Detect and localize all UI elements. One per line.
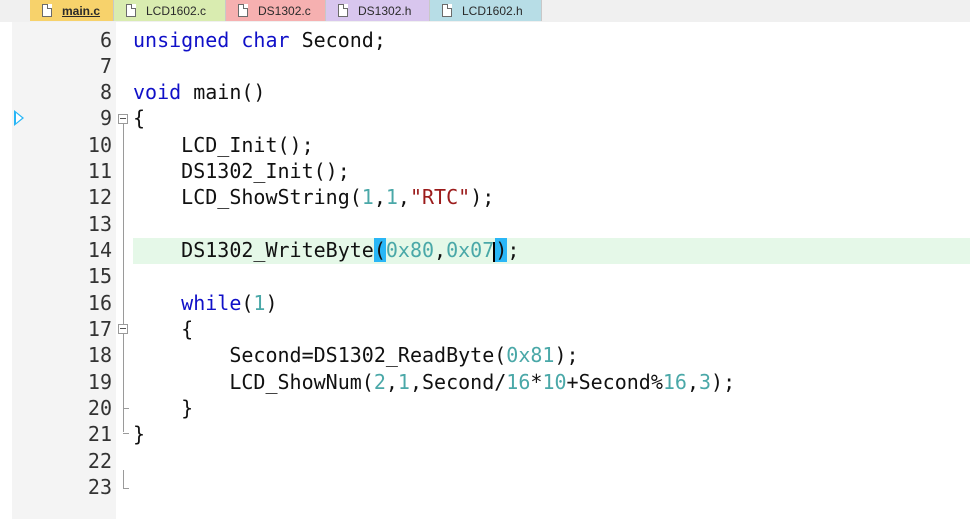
fold-toggle-icon[interactable] bbox=[118, 114, 128, 124]
code-text: Second=DS1302_ReadByte( bbox=[133, 343, 507, 367]
editor-tab-bar: main.c LCD1602.c DS1302.c DS1302.h LCD16… bbox=[0, 0, 970, 23]
number-literal: 2 bbox=[373, 370, 386, 394]
line-number: 13 bbox=[87, 212, 112, 236]
keyword: unsigned char bbox=[133, 28, 290, 52]
code-line: DS1302_Init(); bbox=[133, 158, 350, 184]
line-number: 9 bbox=[99, 106, 112, 130]
number-literal: 0x80 bbox=[385, 238, 435, 262]
file-icon bbox=[126, 4, 136, 17]
code-text: , bbox=[397, 185, 410, 209]
number-literal: 1 bbox=[397, 370, 410, 394]
line-number: 14 bbox=[87, 238, 112, 262]
code-text: LCD_ShowString( bbox=[133, 185, 362, 209]
tab-ds1302-h[interactable]: DS1302.h bbox=[326, 0, 430, 21]
code-text: , bbox=[434, 238, 447, 262]
tab-ds1302-c[interactable]: DS1302.c bbox=[226, 0, 326, 21]
code-line-current: DS1302_WriteByte(0x80,0x07); bbox=[133, 237, 519, 263]
code-text: ; bbox=[507, 238, 520, 262]
fold-end-tick bbox=[123, 408, 129, 409]
string-literal: "RTC" bbox=[409, 185, 471, 209]
code-text: unsigned char Second; bbox=[133, 28, 386, 52]
number-literal: 16 bbox=[662, 370, 687, 394]
code-line: } bbox=[133, 395, 193, 421]
code-text: ,Second/ bbox=[409, 370, 507, 394]
code-text: , bbox=[385, 370, 398, 394]
line-number: 19 bbox=[87, 370, 112, 394]
code-text: ); bbox=[470, 185, 495, 209]
line-number: 7 bbox=[99, 54, 112, 78]
code-line: { bbox=[133, 105, 145, 131]
keyword: void bbox=[133, 80, 182, 104]
code-text: +Second% bbox=[566, 370, 663, 394]
fold-guide bbox=[123, 124, 124, 432]
code-line: { bbox=[133, 316, 193, 342]
line-number: 21 bbox=[87, 422, 112, 446]
line-number: 12 bbox=[87, 185, 112, 209]
number-literal: 3 bbox=[699, 370, 712, 394]
file-icon bbox=[338, 4, 348, 17]
fold-toggle-icon[interactable] bbox=[118, 324, 128, 334]
code-text: LCD_ShowNum( bbox=[133, 370, 374, 394]
code-text: , bbox=[686, 370, 699, 394]
line-number: 16 bbox=[87, 291, 112, 315]
code-text: { bbox=[133, 317, 194, 341]
code-line: while(1) bbox=[133, 290, 278, 316]
code-text: * bbox=[530, 370, 543, 394]
number-literal: 1 bbox=[385, 185, 398, 209]
brace-match-close: ) bbox=[495, 238, 508, 262]
code-text: } bbox=[133, 422, 146, 446]
code-text: DS1302_WriteByte bbox=[133, 238, 374, 262]
file-icon bbox=[42, 4, 52, 17]
brace-match-open: ( bbox=[373, 238, 386, 262]
code-text: ); bbox=[711, 370, 736, 394]
tab-label: LCD1602.h bbox=[462, 3, 523, 18]
tab-label: DS1302.h bbox=[358, 3, 412, 18]
code-line: LCD_ShowString(1,1,"RTC"); bbox=[133, 184, 494, 210]
code-text: ) bbox=[265, 291, 278, 315]
code-line: unsigned char Second; bbox=[133, 27, 386, 53]
code-text: LCD_Init(); bbox=[133, 133, 314, 157]
line-number: 17 bbox=[87, 317, 112, 341]
code-text: } bbox=[133, 396, 194, 420]
fold-end-tick bbox=[123, 433, 129, 434]
line-number: 11 bbox=[87, 159, 112, 183]
number-literal: 1 bbox=[361, 185, 374, 209]
tab-lcd1602-h[interactable]: LCD1602.h bbox=[430, 0, 542, 21]
line-number: 18 bbox=[87, 343, 112, 367]
number-literal: 10 bbox=[542, 370, 567, 394]
tab-lcd1602-c[interactable]: LCD1602.c bbox=[114, 0, 226, 21]
tab-label: DS1302.c bbox=[258, 3, 311, 18]
code-line: LCD_Init(); bbox=[133, 132, 314, 158]
file-icon bbox=[238, 4, 248, 17]
line-number: 23 bbox=[87, 475, 112, 499]
code-text: , bbox=[373, 185, 386, 209]
number-literal: 1 bbox=[253, 291, 266, 315]
keyword: while bbox=[133, 291, 242, 315]
number-literal: 16 bbox=[506, 370, 531, 394]
line-number: 6 bbox=[99, 28, 112, 52]
number-literal: 0x07 bbox=[446, 238, 495, 262]
line-number: 22 bbox=[87, 449, 112, 473]
fold-guide bbox=[123, 470, 124, 488]
code-text: main() bbox=[181, 80, 266, 104]
code-text: ); bbox=[554, 343, 579, 367]
code-text: { bbox=[133, 106, 146, 130]
code-line: } bbox=[133, 421, 145, 447]
file-icon bbox=[442, 4, 452, 17]
code-line: void main() bbox=[133, 79, 265, 105]
number-literal: 0x81 bbox=[506, 343, 555, 367]
code-text: DS1302_Init(); bbox=[133, 159, 350, 183]
line-number: 20 bbox=[87, 396, 112, 420]
line-number: 8 bbox=[99, 80, 112, 104]
tab-main-c[interactable]: main.c bbox=[30, 0, 114, 21]
line-number: 10 bbox=[87, 133, 112, 157]
code-text: Second; bbox=[289, 28, 386, 52]
fold-end-tick bbox=[123, 488, 129, 489]
code-line: LCD_ShowNum(2,1,Second/16*10+Second%16,3… bbox=[133, 369, 735, 395]
code-text: ( bbox=[241, 291, 254, 315]
code-line: Second=DS1302_ReadByte(0x81); bbox=[133, 342, 579, 368]
line-number: 15 bbox=[87, 264, 112, 288]
tab-label: main.c bbox=[62, 3, 101, 18]
tab-label: LCD1602.c bbox=[146, 3, 207, 18]
